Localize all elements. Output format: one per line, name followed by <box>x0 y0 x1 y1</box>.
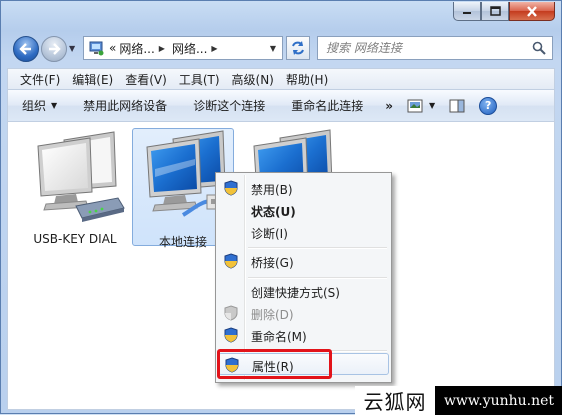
organize-button[interactable]: 组织 ▼ <box>22 97 57 114</box>
menu-item-rename[interactable]: 重命名(M) <box>218 324 389 346</box>
menu-bar: 文件(F) 编辑(E) 查看(V) 工具(T) 高级(N) 帮助(H) <box>7 68 555 90</box>
menu-item-status[interactable]: 状态(U) <box>218 199 389 221</box>
search-box[interactable] <box>317 36 553 60</box>
preview-pane-button[interactable] <box>449 99 465 113</box>
breadcrumb-separator-icon[interactable]: ▶ <box>159 44 165 53</box>
maximize-button[interactable] <box>481 2 509 21</box>
menu-help[interactable]: 帮助(H) <box>280 71 334 88</box>
minimize-icon <box>463 12 471 14</box>
menu-separator <box>248 247 387 249</box>
menu-item-label: 状态(U) <box>251 205 296 219</box>
watermark-url: www.yunhu.net <box>435 386 562 415</box>
uac-shield-icon <box>224 180 238 196</box>
minimize-button[interactable] <box>453 2 481 21</box>
watermark: 云狐网 www.yunhu.net <box>355 386 562 415</box>
menu-item-delete: 删除(D) <box>218 302 389 324</box>
chevron-down-icon: ▼ <box>428 101 436 110</box>
preview-pane-icon <box>449 99 465 112</box>
back-button[interactable] <box>13 36 39 62</box>
help-button[interactable]: ? <box>479 96 498 115</box>
menu-edit[interactable]: 编辑(E) <box>66 71 119 88</box>
connection-usb-key-dial[interactable]: USB-KEY DIAL <box>24 128 126 246</box>
refresh-icon <box>292 41 304 55</box>
diagnose-connection-button[interactable]: 诊断这个连接 <box>193 97 265 114</box>
caption-buttons <box>453 2 555 23</box>
organize-label: 组织 <box>22 99 47 113</box>
menu-separator <box>248 277 387 279</box>
search-icon[interactable] <box>532 41 546 55</box>
breadcrumb-overflow[interactable]: « <box>109 41 116 55</box>
connection-label: USB-KEY DIAL <box>33 232 117 246</box>
breadcrumb-separator-icon[interactable]: ▶ <box>211 44 217 53</box>
breadcrumb-item[interactable]: 网络... <box>172 40 207 57</box>
menu-view[interactable]: 查看(V) <box>119 71 173 88</box>
menu-item-disable[interactable]: 禁用(B) <box>218 177 389 199</box>
menu-item-label: 重命名(M) <box>251 330 307 344</box>
rename-connection-button[interactable]: 重命名此连接 <box>291 97 363 114</box>
view-icon <box>407 99 423 112</box>
address-dropdown-icon[interactable]: ▼ <box>270 44 276 53</box>
change-view-button[interactable]: ▼ <box>407 99 435 113</box>
uac-shield-icon <box>224 253 238 269</box>
forward-arrow-icon <box>49 43 61 55</box>
back-arrow-icon <box>19 43 31 55</box>
recent-pages-dropdown[interactable]: ▼ <box>69 44 75 53</box>
menu-item-label: 删除(D) <box>251 308 294 322</box>
menu-item-label: 诊断(I) <box>251 227 288 241</box>
close-icon <box>527 5 537 17</box>
menu-item-label: 禁用(B) <box>251 183 293 197</box>
menu-item-label: 桥接(G) <box>251 256 294 270</box>
watermark-text: 云狐网 <box>355 386 435 415</box>
menu-file[interactable]: 文件(F) <box>14 71 66 88</box>
uac-shield-icon <box>224 305 238 321</box>
search-input[interactable] <box>324 40 532 56</box>
dialup-modem-icon <box>37 131 125 222</box>
chevron-down-icon: ▼ <box>51 101 58 110</box>
forward-button[interactable] <box>41 36 67 62</box>
menu-item-create-shortcut[interactable]: 创建快捷方式(S) <box>218 280 389 302</box>
network-folder-icon <box>88 40 106 56</box>
maximize-icon <box>489 6 501 16</box>
help-icon: ? <box>479 96 498 115</box>
menu-advanced[interactable]: 高级(N) <box>226 71 280 88</box>
refresh-button[interactable] <box>286 36 310 60</box>
breadcrumb-item[interactable]: 网络... <box>119 40 154 57</box>
more-commands-button[interactable]: » <box>385 99 393 113</box>
address-bar[interactable]: « 网络... ▶ 网络... ▶ ▼ <box>83 36 283 60</box>
menu-item-bridge[interactable]: 桥接(G) <box>218 250 389 272</box>
menu-item-label: 创建快捷方式(S) <box>251 286 340 300</box>
close-button[interactable] <box>509 2 555 21</box>
command-bar: 组织 ▼ 禁用此网络设备 诊断这个连接 重命名此连接 » ▼ ? <box>7 90 555 122</box>
menu-item-diagnose[interactable]: 诊断(I) <box>218 221 389 243</box>
explorer-window: ▼ « 网络... ▶ 网络... ▶ ▼ 文件(F) 编辑(E) 查看(V) … <box>0 0 562 415</box>
menu-tools[interactable]: 工具(T) <box>173 71 226 88</box>
uac-shield-icon <box>224 327 238 343</box>
properties-highlight-box <box>217 349 332 379</box>
disable-device-button[interactable]: 禁用此网络设备 <box>83 97 167 114</box>
